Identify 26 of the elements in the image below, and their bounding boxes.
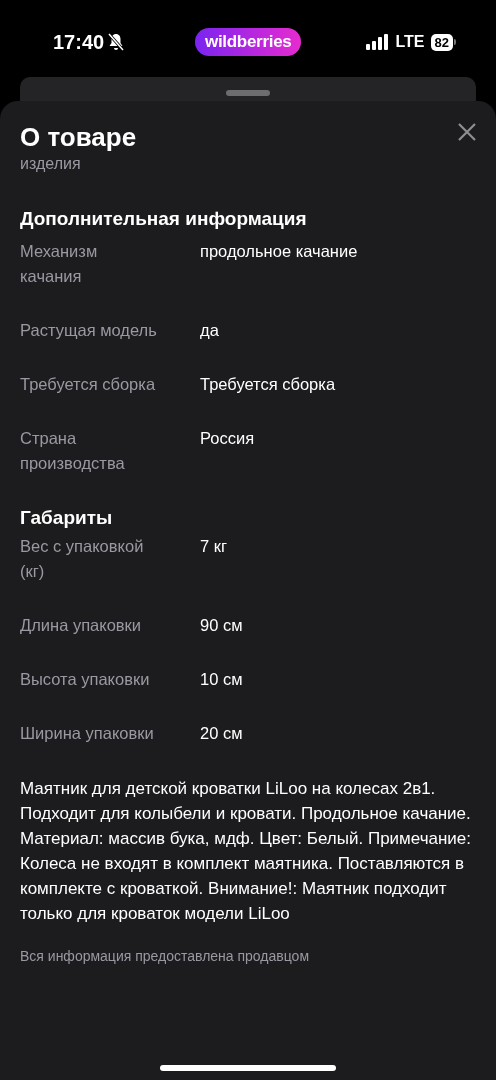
clock-time: 17:40 [53, 30, 105, 54]
property-label: Растущая модель [20, 320, 158, 341]
sheet-subtitle: изделия [20, 154, 82, 174]
network-type: LTE [395, 33, 425, 51]
sheet-title: О товаре [20, 121, 137, 153]
description-text: Маятник для детской кроватки LiLoo на колесах 2в1. Подходит для колыбели и кровати. Продольное качание. Материал: массив бука, мдф. Цвет: Белый. Примечание: Колеса не входят в комплект маятника. Поставляются в комплекте с кроваткой. Внимание!: Маятник подходит только для кроваток модели LiLoo [20, 778, 473, 925]
property-value: 20 см [200, 723, 243, 744]
property-value: 10 см [200, 669, 243, 690]
section-heading: Габариты [20, 506, 114, 530]
property-value: 90 см [200, 615, 243, 636]
app-logo: wildberries [195, 28, 302, 56]
property-value: Россия [200, 428, 255, 449]
property-label: Высота упаковки [20, 669, 151, 690]
property-label: Вес с упаковкой (кг) [20, 536, 145, 582]
property-label: Механизм качания [20, 241, 99, 287]
section-heading: Дополнительная информация [20, 207, 308, 231]
property-label: Ширина упаковки [20, 723, 155, 744]
battery-level: 82 [430, 33, 453, 51]
property-value: Требуется сборка [200, 374, 336, 395]
property-label: Длина упаковки [20, 615, 143, 636]
property-value: да [200, 320, 219, 341]
property-value: 7 кг [200, 536, 227, 557]
seller-note: Вся информация предоставлена продавцом [20, 948, 310, 964]
property-label: Страна производства [20, 428, 126, 474]
property-value: продольное качание [200, 241, 358, 262]
property-label: Требуется сборка [20, 374, 157, 395]
